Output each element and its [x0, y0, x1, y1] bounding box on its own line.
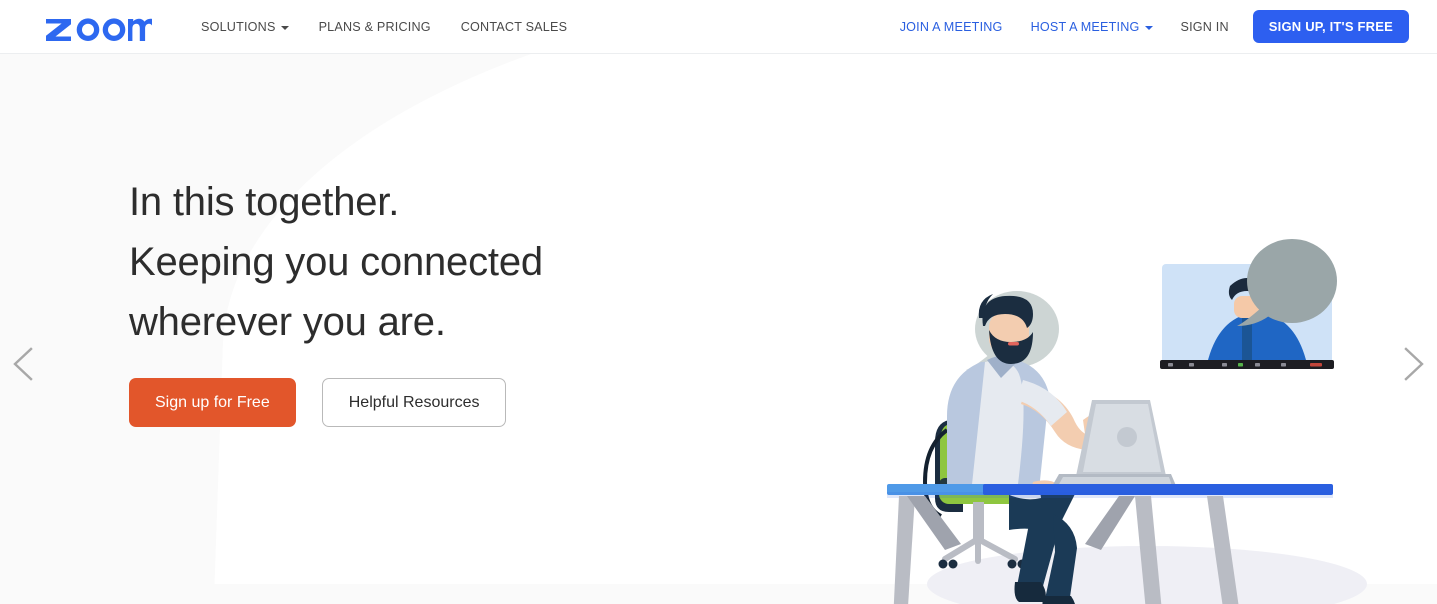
video-call-illustration-svg [887, 239, 1367, 604]
hero-carousel: In this together. Keeping you connected … [0, 54, 1437, 604]
nav-item-sign-in-label: SIGN IN [1180, 19, 1229, 34]
hero-title-line-3: wherever you are. [129, 300, 446, 344]
carousel-pagination [0, 600, 1437, 604]
nav-item-solutions[interactable]: SOLUTIONS [186, 14, 304, 40]
hero-slide: In this together. Keeping you connected … [0, 54, 1437, 604]
nav-left-group: SOLUTIONS PLANS & PRICING CONTACT SALES [0, 12, 582, 42]
nav-item-plans-pricing[interactable]: PLANS & PRICING [304, 14, 446, 40]
nav-item-contact-sales[interactable]: CONTACT SALES [446, 14, 582, 40]
nav-item-host-a-meeting[interactable]: HOST A MEETING [1017, 14, 1167, 40]
page-title: In this together. Keeping you connected … [129, 172, 769, 352]
nav-item-join-a-meeting[interactable]: JOIN A MEETING [886, 14, 1017, 40]
nav-item-contact-sales-label: CONTACT SALES [460, 19, 568, 34]
chevron-down-icon [1144, 25, 1153, 30]
nav-item-solutions-label: SOLUTIONS [201, 19, 276, 34]
nav-item-sign-in[interactable]: SIGN IN [1167, 14, 1243, 40]
hero-illustration [877, 234, 1377, 604]
nav-item-join-a-meeting-label: JOIN A MEETING [899, 19, 1003, 34]
carousel-prev-button[interactable] [2, 341, 48, 387]
carousel-next-button[interactable] [1389, 341, 1435, 387]
zoom-logo-icon [46, 17, 158, 41]
sign-up-button[interactable]: SIGN UP, IT'S FREE [1252, 10, 1409, 43]
nav-item-host-a-meeting-label: HOST A MEETING [1030, 19, 1140, 34]
hero-copy: In this together. Keeping you connected … [129, 172, 769, 427]
hero-title-line-2: Keeping you connected [129, 240, 543, 284]
hero-cta-group: Sign up for Free Helpful Resources [129, 378, 769, 427]
nav-right-group: JOIN A MEETING HOST A MEETING SIGN IN SI… [886, 10, 1409, 43]
helpful-resources-button[interactable]: Helpful Resources [321, 378, 507, 427]
nav-item-plans-pricing-label: PLANS & PRICING [318, 19, 431, 34]
sign-up-for-free-button[interactable]: Sign up for Free [129, 378, 296, 427]
zoom-logo[interactable] [44, 12, 158, 42]
chevron-down-icon [280, 25, 289, 30]
top-navigation-bar: SOLUTIONS PLANS & PRICING CONTACT SALES … [0, 0, 1437, 54]
hero-title-line-1: In this together. [129, 180, 400, 224]
chevron-left-icon [13, 347, 33, 381]
chevron-right-icon [1404, 347, 1424, 381]
primary-nav-links: SOLUTIONS PLANS & PRICING CONTACT SALES [186, 14, 582, 40]
